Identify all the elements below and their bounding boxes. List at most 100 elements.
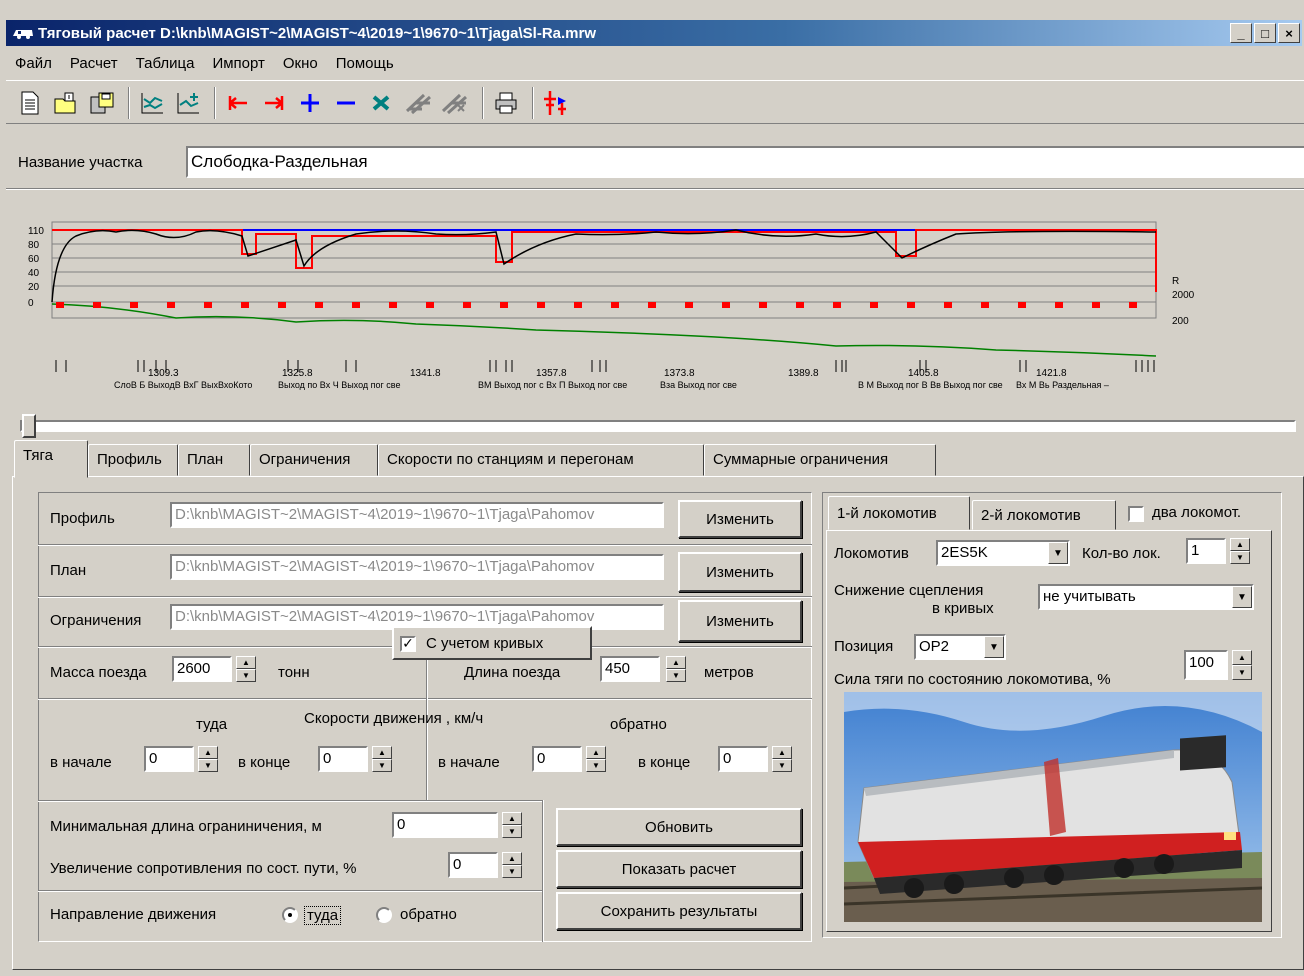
edit-chart-button-disabled[interactable] [402, 87, 434, 119]
bwd-start-input[interactable]: 0 [532, 746, 582, 772]
save-results-button[interactable]: Сохранить результаты [556, 892, 802, 930]
spin-up-icon[interactable]: ▲ [1230, 538, 1250, 551]
menu-window[interactable]: Окно [274, 55, 327, 72]
spin-down-icon[interactable]: ▼ [1232, 665, 1252, 680]
resistance-spinner[interactable]: ▲ ▼ [502, 852, 522, 878]
curve-marker [426, 302, 434, 308]
curves-checkbox-label: С учетом кривых [426, 635, 544, 652]
open-button[interactable] [50, 87, 82, 119]
menu-file[interactable]: Файл [6, 55, 61, 72]
spin-up-icon[interactable]: ▲ [372, 746, 392, 759]
print-button[interactable] [490, 87, 522, 119]
bwd-end-spinner[interactable]: ▲ ▼ [772, 746, 792, 772]
minimize-button[interactable]: _ [1230, 23, 1252, 43]
spin-up-icon[interactable]: ▲ [236, 656, 256, 669]
chevron-down-icon[interactable]: ▼ [1232, 586, 1252, 608]
count-spinner[interactable]: ▲ ▼ [1230, 538, 1250, 564]
curves-checkbox[interactable]: ✓ [400, 636, 416, 652]
maximize-button[interactable]: □ [1254, 23, 1276, 43]
spin-up-icon[interactable]: ▲ [1232, 650, 1252, 665]
chart-scroll-thumb[interactable] [22, 414, 36, 438]
menu-table[interactable]: Таблица [127, 55, 204, 72]
min-length-input[interactable]: 0 [392, 812, 498, 838]
fwd-end-input[interactable]: 0 [318, 746, 368, 772]
chevron-down-icon[interactable]: ▼ [1048, 542, 1068, 564]
tab-traction[interactable]: Тяга [14, 440, 88, 478]
locomotive-params-button[interactable] [540, 87, 572, 119]
profile-file-path[interactable]: D:\knb\MAGIST~2\MAGIST~4\2019~1\9670~1\T… [170, 502, 664, 528]
save-button[interactable] [86, 87, 118, 119]
plan-change-button[interactable]: Изменить [678, 552, 802, 592]
chart-add-button[interactable] [172, 87, 204, 119]
fwd-end-spinner[interactable]: ▲ ▼ [372, 746, 392, 772]
adhesion-select[interactable]: не учитывать ▼ [1038, 584, 1254, 610]
force-spinner[interactable]: ▲ ▼ [1232, 650, 1252, 680]
curve-marker [278, 302, 286, 308]
spin-up-icon[interactable]: ▲ [666, 656, 686, 669]
menu-calc[interactable]: Расчет [61, 55, 127, 72]
close-icon: × [1285, 25, 1293, 41]
delete-chart-button-disabled[interactable] [438, 87, 470, 119]
menu-import[interactable]: Импорт [203, 55, 273, 72]
spin-up-icon[interactable]: ▲ [502, 812, 522, 825]
bwd-start-spinner[interactable]: ▲ ▼ [586, 746, 606, 772]
close-button[interactable]: × [1278, 23, 1300, 43]
tab-loco-2[interactable]: 2-й локомотив [972, 500, 1116, 530]
length-spinner[interactable]: ▲ ▼ [666, 656, 686, 682]
loco-select[interactable]: 2ES5K ▼ [936, 540, 1070, 566]
spin-down-icon[interactable]: ▼ [372, 759, 392, 772]
new-document-button[interactable] [14, 87, 46, 119]
chart-scrollbar[interactable] [20, 420, 1296, 432]
spin-down-icon[interactable]: ▼ [586, 759, 606, 772]
clear-button[interactable] [366, 87, 398, 119]
two-loco-checkbox[interactable] [1128, 506, 1144, 522]
to-end-button[interactable] [258, 87, 290, 119]
tab-profile[interactable]: Профиль [88, 444, 178, 476]
direction-forward-radio[interactable] [282, 907, 298, 923]
profile-change-button[interactable]: Изменить [678, 500, 802, 538]
tab-speeds[interactable]: Скорости по станциям и перегонам [378, 444, 704, 476]
fwd-start-input[interactable]: 0 [144, 746, 194, 772]
length-input[interactable]: 450 [600, 656, 660, 682]
spin-up-icon[interactable]: ▲ [198, 746, 218, 759]
spin-down-icon[interactable]: ▼ [198, 759, 218, 772]
position-select[interactable]: OP2 ▼ [914, 634, 1006, 660]
direction-forward-label[interactable]: туда [304, 906, 342, 925]
direction-backward-radio[interactable] [376, 907, 392, 923]
spin-down-icon[interactable]: ▼ [666, 669, 686, 682]
section-name-input[interactable]: Слободка-Раздельная [186, 146, 1304, 178]
spin-down-icon[interactable]: ▼ [502, 865, 522, 878]
tab-loco-1[interactable]: 1-й локомотив [828, 496, 970, 530]
spin-down-icon[interactable]: ▼ [772, 759, 792, 772]
to-start-button[interactable] [222, 87, 254, 119]
spin-up-icon[interactable]: ▲ [772, 746, 792, 759]
force-input[interactable]: 100 [1184, 650, 1228, 680]
spin-down-icon[interactable]: ▼ [502, 825, 522, 838]
fwd-start-spinner[interactable]: ▲ ▼ [198, 746, 218, 772]
spin-up-icon[interactable]: ▲ [586, 746, 606, 759]
chevron-down-icon[interactable]: ▼ [984, 636, 1004, 658]
spin-down-icon[interactable]: ▼ [1230, 551, 1250, 564]
remove-button[interactable] [330, 87, 362, 119]
menu-help[interactable]: Помощь [327, 55, 403, 72]
refresh-button[interactable]: Обновить [556, 808, 802, 846]
tab-plan[interactable]: План [178, 444, 250, 476]
spin-down-icon[interactable]: ▼ [236, 669, 256, 682]
show-calc-button[interactable]: Показать расчет [556, 850, 802, 888]
plan-file-path[interactable]: D:\knb\MAGIST~2\MAGIST~4\2019~1\9670~1\T… [170, 554, 664, 580]
min-length-spinner[interactable]: ▲ ▼ [502, 812, 522, 838]
y-tick-label: 60 [28, 254, 40, 265]
tab-summary-limits[interactable]: Суммарные ограничения [704, 444, 936, 476]
mass-unit: тонн [278, 664, 310, 681]
resistance-input[interactable]: 0 [448, 852, 498, 878]
tab-limits[interactable]: Ограничения [250, 444, 378, 476]
limits-change-button[interactable]: Изменить [678, 600, 802, 642]
direction-backward-label[interactable]: обратно [400, 906, 457, 923]
bwd-end-input[interactable]: 0 [718, 746, 768, 772]
spin-up-icon[interactable]: ▲ [502, 852, 522, 865]
count-input[interactable]: 1 [1186, 538, 1226, 564]
mass-spinner[interactable]: ▲ ▼ [236, 656, 256, 682]
mass-input[interactable]: 2600 [172, 656, 232, 682]
chart-button[interactable] [136, 87, 168, 119]
add-button[interactable] [294, 87, 326, 119]
